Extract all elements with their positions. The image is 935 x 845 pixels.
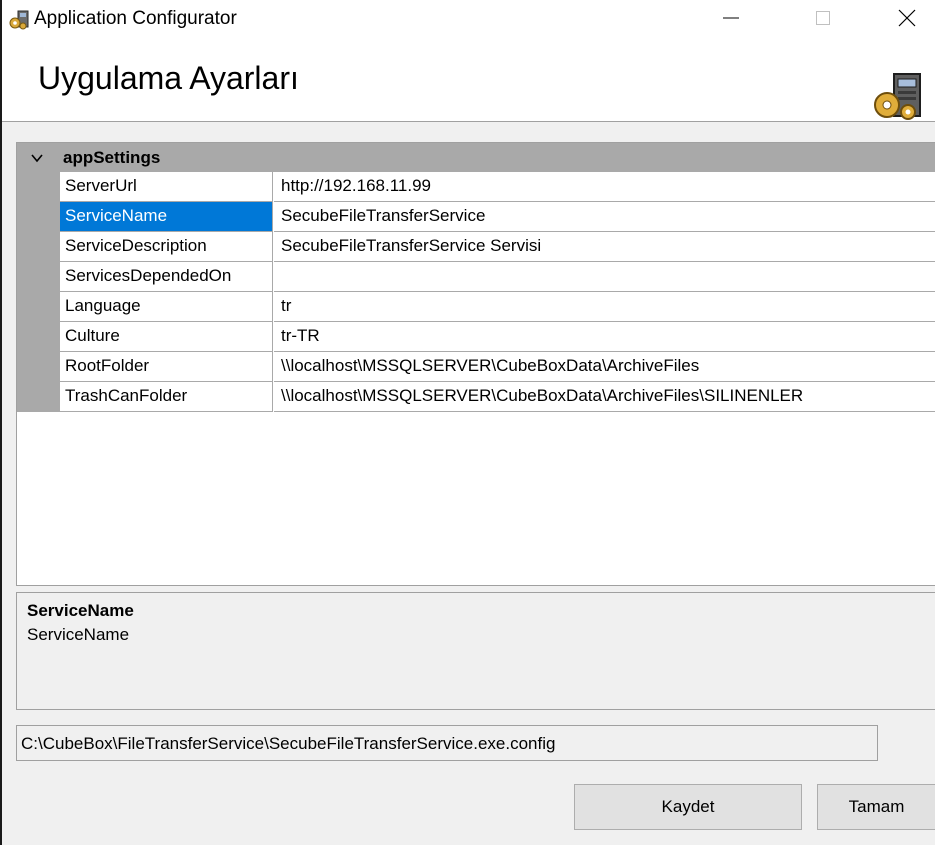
row-gutter [17,172,60,202]
property-rows: ServerUrl http://192.168.11.99 ServiceNa… [17,172,935,412]
row-gutter [17,262,60,292]
row-gutter [17,322,60,352]
window-title: Application Configurator [34,8,237,29]
property-row-servicedescription[interactable]: ServiceDescription SecubeFileTransferSer… [17,232,935,262]
header-panel: Uygulama Ayarları [2,40,935,122]
property-name[interactable]: TrashCanFolder [60,382,273,412]
property-value[interactable]: tr [274,292,935,322]
property-value[interactable] [274,262,935,292]
maximize-icon [813,8,833,33]
property-row-language[interactable]: Language tr [17,292,935,322]
minimize-button[interactable] [702,0,760,40]
row-gutter [17,232,60,262]
property-value[interactable]: \\localhost\MSSQLSERVER\CubeBoxData\Arch… [274,382,935,412]
save-button[interactable]: Kaydet [574,784,802,830]
close-button[interactable] [878,0,935,40]
property-name[interactable]: ServerUrl [60,172,273,202]
category-label: appSettings [63,148,161,167]
property-value[interactable]: tr-TR [274,322,935,352]
description-text: ServiceName [27,625,130,644]
gear-computer-icon [8,10,30,30]
property-name[interactable]: ServicesDependedOn [60,262,273,292]
property-row-serverurl[interactable]: ServerUrl http://192.168.11.99 [17,172,935,202]
config-path-field[interactable]: C:\CubeBox\FileTransferService\SecubeFil… [16,725,878,761]
property-grid[interactable]: appSettings ServerUrl http://192.168.11.… [16,142,935,586]
property-row-culture[interactable]: Culture tr-TR [17,322,935,352]
chevron-down-icon[interactable] [29,150,45,166]
page-title: Uygulama Ayarları [38,60,299,96]
property-row-servicename[interactable]: ServiceName SecubeFileTransferService [17,202,935,232]
property-name[interactable]: RootFolder [60,352,273,382]
maximize-button[interactable] [794,0,852,40]
property-name[interactable]: Culture [60,322,273,352]
property-row-rootfolder[interactable]: RootFolder \\localhost\MSSQLSERVER\CubeB… [17,352,935,382]
property-value[interactable]: http://192.168.11.99 [274,172,935,202]
close-icon [896,7,918,34]
property-row-trashcanfolder[interactable]: TrashCanFolder \\localhost\MSSQLSERVER\C… [17,382,935,412]
property-row-servicesdependedon[interactable]: ServicesDependedOn [17,262,935,292]
property-value[interactable]: SecubeFileTransferService Servisi [274,232,935,262]
property-name[interactable]: Language [60,292,273,322]
property-value-editing[interactable]: SecubeFileTransferService [274,202,935,232]
minimize-icon [721,8,741,33]
row-gutter [17,292,60,322]
row-gutter [17,352,60,382]
ok-button[interactable]: Tamam [817,784,935,830]
property-value[interactable]: \\localhost\MSSQLSERVER\CubeBoxData\Arch… [274,352,935,382]
property-name[interactable]: ServiceDescription [60,232,273,262]
row-gutter [17,382,60,412]
category-row-appsettings[interactable]: appSettings [17,143,935,172]
description-title: ServiceName [27,601,134,620]
application-configurator-window: Application Configurator Uygulama Ayarla… [0,0,935,845]
property-name-selected[interactable]: ServiceName [60,202,273,232]
title-bar[interactable]: Application Configurator [2,0,935,40]
gear-computer-icon [870,72,926,122]
row-gutter [17,202,60,232]
description-panel: ServiceName ServiceName [16,592,935,710]
